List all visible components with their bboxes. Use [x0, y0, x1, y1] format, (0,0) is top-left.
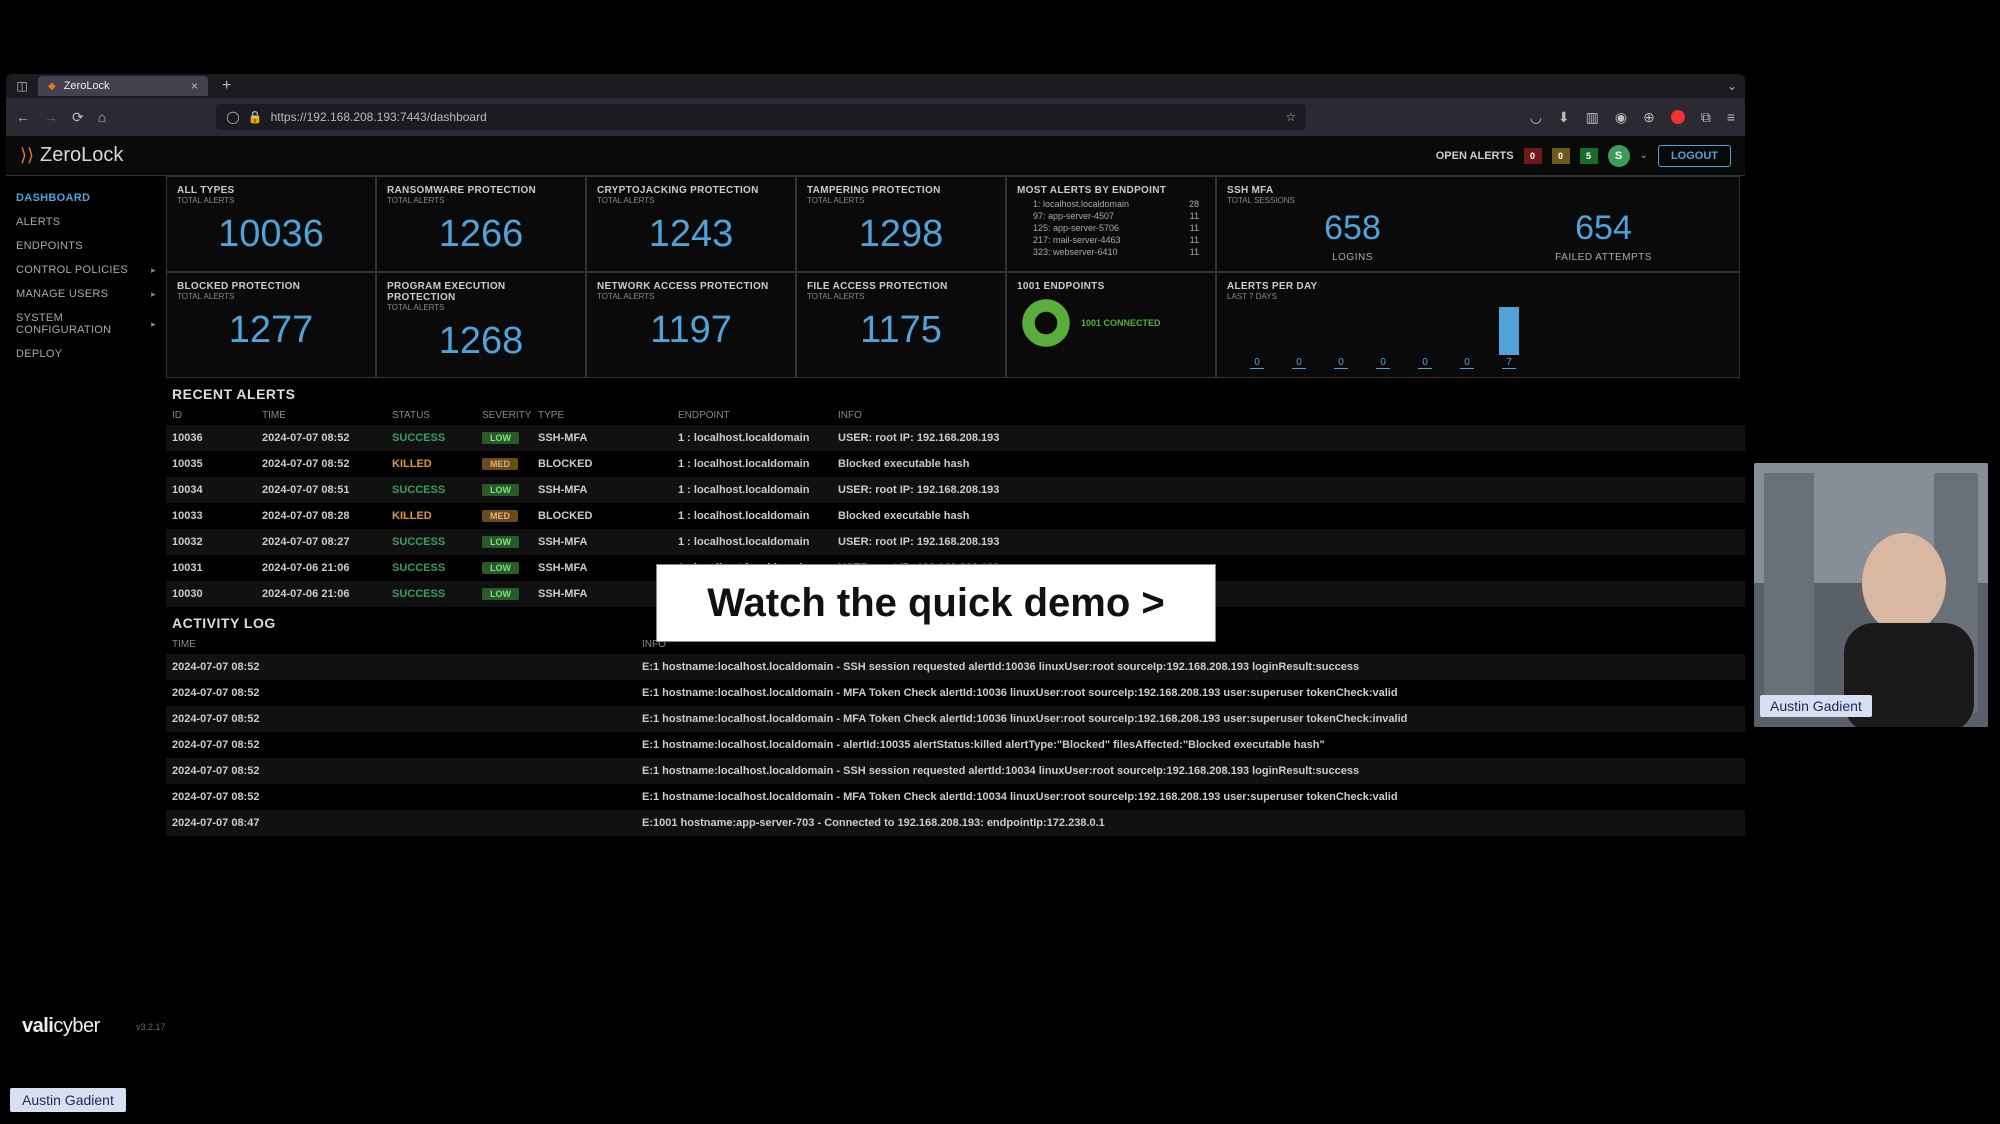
col-status: STATUS: [392, 410, 482, 421]
stat-tile[interactable]: RANSOMWARE PROTECTIONTOTAL ALERTS1266: [376, 176, 586, 272]
browser-tab-bar: ◫ ◆ ZeroLock × + ⌄: [6, 74, 1745, 98]
url-text: https://192.168.208.193:7443/dashboard: [271, 110, 487, 124]
home-icon[interactable]: ⌂: [98, 109, 106, 125]
log-row[interactable]: 2024-07-07 08:52E:1 hostname:localhost.l…: [166, 654, 1745, 680]
col-sev: SEVERITY: [482, 410, 538, 421]
sidebar-item-deploy[interactable]: DEPLOY: [16, 342, 156, 366]
app-header: ⟩⟩ ZeroLock OPEN ALERTS 0 0 5 S ⌄ LOGOUT: [6, 136, 1745, 176]
log-row[interactable]: 2024-07-07 08:52E:1 hostname:localhost.l…: [166, 784, 1745, 810]
reload-icon[interactable]: ⟳: [72, 109, 84, 126]
demo-banner[interactable]: Watch the quick demo >: [656, 564, 1216, 642]
stat-tile[interactable]: FILE ACCESS PROTECTIONTOTAL ALERTS1175: [796, 272, 1006, 378]
alert-badge-low[interactable]: 5: [1580, 148, 1598, 164]
stat-tile[interactable]: BLOCKED PROTECTIONTOTAL ALERTS1277: [166, 272, 376, 378]
back-icon[interactable]: ←: [16, 109, 30, 125]
sidebar-item-manage-users[interactable]: MANAGE USERS▸: [16, 282, 156, 306]
most-alerts-tile: MOST ALERTS BY ENDPOINT1: localhost.loca…: [1006, 176, 1216, 272]
extensions-icon[interactable]: ⧉: [1701, 109, 1711, 126]
log-row[interactable]: 2024-07-07 08:52E:1 hostname:localhost.l…: [166, 758, 1745, 784]
stat-tile[interactable]: NETWORK ACCESS PROTECTIONTOTAL ALERTS119…: [586, 272, 796, 378]
download-icon[interactable]: ⬇: [1558, 109, 1570, 126]
url-bar[interactable]: ◯ 🔒 https://192.168.208.193:7443/dashboa…: [216, 104, 1306, 130]
open-alerts-label: OPEN ALERTS: [1436, 150, 1514, 162]
col-type: TYPE: [538, 410, 678, 421]
brand-text: ZeroLock: [40, 144, 123, 167]
footer-name-tag: Austin Gadient: [10, 1088, 126, 1112]
pocket-icon[interactable]: ◡: [1530, 109, 1542, 126]
browser-tab[interactable]: ◆ ZeroLock ×: [38, 76, 208, 96]
sidebar-item-alerts[interactable]: ALERTS: [16, 210, 156, 234]
browser-toolbar: ← → ⟳ ⌂ ◯ 🔒 https://192.168.208.193:7443…: [6, 98, 1745, 136]
sidebar-toggle-icon[interactable]: ◫: [14, 78, 30, 94]
col-id: ID: [172, 410, 262, 421]
ext1-icon[interactable]: ▥: [1586, 109, 1599, 126]
log-row[interactable]: 2024-07-07 08:52E:1 hostname:localhost.l…: [166, 732, 1745, 758]
stat-tile[interactable]: PROGRAM EXECUTION PROTECTIONTOTAL ALERTS…: [376, 272, 586, 378]
demo-banner-text: Watch the quick demo >: [707, 581, 1164, 626]
sidebar-item-dashboard[interactable]: DASHBOARD: [16, 186, 156, 210]
presenter-video: Austin Gadient: [1754, 463, 1988, 727]
presenter-name-tag: Austin Gadient: [1760, 695, 1872, 717]
tab-favicon-icon: ◆: [48, 81, 56, 92]
app-logo[interactable]: ⟩⟩ ZeroLock: [20, 144, 123, 167]
logo-icon: ⟩⟩: [20, 145, 34, 166]
tab-close-icon[interactable]: ×: [191, 79, 198, 93]
logout-button[interactable]: LOGOUT: [1658, 145, 1731, 167]
alerts-header-row: ID TIME STATUS SEVERITY TYPE ENDPOINT IN…: [166, 406, 1745, 425]
sidebar-item-system-configuration[interactable]: SYSTEM CONFIGURATION▸: [16, 306, 156, 342]
sidebar-item-control-policies[interactable]: CONTROL POLICIES▸: [16, 258, 156, 282]
alert-badge-med[interactable]: 0: [1552, 148, 1570, 164]
avatar-caret-icon[interactable]: ⌄: [1640, 150, 1648, 161]
col-ep: ENDPOINT: [678, 410, 838, 421]
presenter-silhouette-icon: [1754, 463, 1988, 727]
new-tab-button[interactable]: +: [216, 77, 237, 95]
company-brand: valicyber: [22, 1015, 100, 1038]
ssh-mfa-tile: SSH MFATOTAL SESSIONS658LOGINS654FAILED …: [1216, 176, 1740, 272]
col-info: INFO: [838, 410, 1739, 421]
bookmark-icon[interactable]: ☆: [1285, 110, 1296, 124]
stat-tile[interactable]: TAMPERING PROTECTIONTOTAL ALERTS1298: [796, 176, 1006, 272]
alert-row[interactable]: 100322024-07-07 08:27SUCCESSLOWSSH-MFA1 …: [166, 529, 1745, 555]
log-row[interactable]: 2024-07-07 08:52E:1 hostname:localhost.l…: [166, 680, 1745, 706]
forward-icon[interactable]: →: [44, 109, 58, 125]
alert-row[interactable]: 100352024-07-07 08:52KILLEDMEDBLOCKED1 :…: [166, 451, 1745, 477]
alert-row[interactable]: 100342024-07-07 08:51SUCCESSLOWSSH-MFA1 …: [166, 477, 1745, 503]
version-label: v3.2.17: [136, 1022, 166, 1032]
log-col-time: TIME: [172, 639, 642, 650]
shield-icon: ◯: [226, 110, 239, 124]
user-avatar[interactable]: S: [1608, 145, 1630, 167]
log-row[interactable]: 2024-07-07 08:47E:1001 hostname:app-serv…: [166, 810, 1745, 836]
tabs-dropdown-icon[interactable]: ⌄: [1727, 79, 1737, 93]
endpoints-tile: 1001 ENDPOINTS1001 CONNECTED: [1006, 272, 1216, 378]
recent-alerts-title: RECENT ALERTS: [166, 378, 1745, 406]
lock-icon: 🔒: [248, 110, 263, 124]
alert-row[interactable]: 100332024-07-07 08:28KILLEDMEDBLOCKED1 :…: [166, 503, 1745, 529]
sidebar: DASHBOARDALERTSENDPOINTSCONTROL POLICIES…: [6, 176, 166, 1046]
menu-icon[interactable]: ≡: [1727, 109, 1735, 125]
tab-title: ZeroLock: [64, 80, 110, 92]
ext3-icon[interactable]: [1671, 110, 1685, 124]
col-time: TIME: [262, 410, 392, 421]
ext2-icon[interactable]: ⊕: [1643, 109, 1655, 126]
alert-badge-high[interactable]: 0: [1524, 148, 1542, 164]
log-row[interactable]: 2024-07-07 08:52E:1 hostname:localhost.l…: [166, 706, 1745, 732]
account-icon[interactable]: ◉: [1615, 109, 1627, 126]
alert-row[interactable]: 100362024-07-07 08:52SUCCESSLOWSSH-MFA1 …: [166, 425, 1745, 451]
alerts-per-day-chart: ALERTS PER DAYLAST 7 DAYS0000007: [1216, 272, 1740, 378]
stat-tile[interactable]: ALL TYPESTOTAL ALERTS10036: [166, 176, 376, 272]
stat-tile[interactable]: CRYPTOJACKING PROTECTIONTOTAL ALERTS1243: [586, 176, 796, 272]
sidebar-item-endpoints[interactable]: ENDPOINTS: [16, 234, 156, 258]
